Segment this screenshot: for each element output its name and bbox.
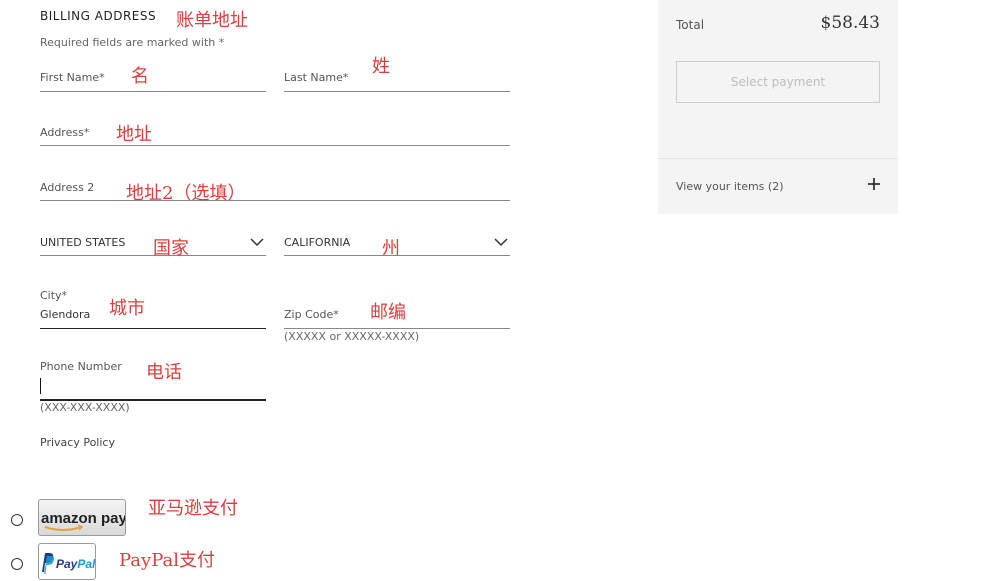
last-name-label: Last Name* xyxy=(284,71,349,84)
annotation-address2: 地址2（选填） xyxy=(126,183,246,204)
address-label: Address* xyxy=(40,126,90,139)
annotation-first-name: 名 xyxy=(131,66,149,87)
annotation-billing-address: 账单地址 xyxy=(176,10,248,31)
amazon-pay-radio[interactable] xyxy=(11,514,23,526)
phone-number-label: Phone Number xyxy=(40,360,122,373)
first-name-field[interactable]: First Name* xyxy=(40,62,266,92)
chevron-down-icon xyxy=(494,238,508,247)
chevron-down-icon xyxy=(250,238,264,247)
address2-field[interactable]: Address 2 xyxy=(40,172,510,201)
select-payment-button[interactable]: Select payment xyxy=(676,61,880,103)
annotation-address: 地址 xyxy=(116,124,152,145)
order-summary-panel: Total $58.43 Select payment View your it… xyxy=(658,0,898,214)
paypal-p-icon xyxy=(42,553,55,574)
annotation-state: 州 xyxy=(382,238,400,259)
annotation-amazon-pay: 亚马逊支付 xyxy=(148,498,238,519)
address2-label: Address 2 xyxy=(40,181,95,194)
address-field[interactable]: Address* xyxy=(40,117,510,146)
required-fields-note: Required fields are marked with * xyxy=(40,36,225,49)
svg-text:PayPal: PayPal xyxy=(56,557,96,571)
amazon-pay-button[interactable]: amazon pay xyxy=(38,499,126,536)
city-label: City* xyxy=(40,289,68,302)
billing-address-title: BILLING ADDRESS xyxy=(40,9,157,23)
annotation-paypal: PayPal支付 xyxy=(119,550,215,571)
annotation-zip: 邮编 xyxy=(370,302,406,323)
annotation-phone: 电话 xyxy=(146,362,182,383)
text-cursor xyxy=(40,378,41,394)
zip-code-label: Zip Code* xyxy=(284,308,339,321)
total-value: $58.43 xyxy=(820,13,880,33)
annotation-city: 城市 xyxy=(109,298,145,319)
amazon-pay-logo: amazon pay xyxy=(41,510,126,531)
paypal-logo: PayPal xyxy=(42,553,96,574)
summary-divider xyxy=(658,158,898,159)
amazon-smile-icon xyxy=(44,526,82,531)
plus-icon[interactable] xyxy=(868,178,880,190)
annotation-last-name: 姓 xyxy=(372,56,390,77)
paypal-text-pal: Pal xyxy=(77,557,96,571)
city-field[interactable]: City* Glendora xyxy=(40,287,266,329)
amazon-pay-text: amazon pay xyxy=(41,510,126,527)
phone-number-helper: (XXX-XXX-XXXX) xyxy=(40,401,130,414)
total-label: Total xyxy=(676,18,705,32)
last-name-field[interactable]: Last Name* xyxy=(284,62,510,92)
paypal-radio[interactable] xyxy=(11,558,23,570)
state-value: CALIFORNIA xyxy=(284,236,351,249)
annotation-country: 国家 xyxy=(153,238,189,259)
privacy-policy-link[interactable]: Privacy Policy xyxy=(40,436,115,449)
zip-code-helper: (XXXXX or XXXXX-XXXX) xyxy=(284,330,420,343)
paypal-text-pay: Pay xyxy=(56,557,79,571)
view-items-toggle[interactable]: View your items (2) xyxy=(676,180,784,193)
first-name-label: First Name* xyxy=(40,71,105,84)
paypal-button[interactable]: PayPal xyxy=(38,543,96,580)
city-value: Glendora xyxy=(40,308,91,321)
country-value: UNITED STATES xyxy=(40,236,126,249)
